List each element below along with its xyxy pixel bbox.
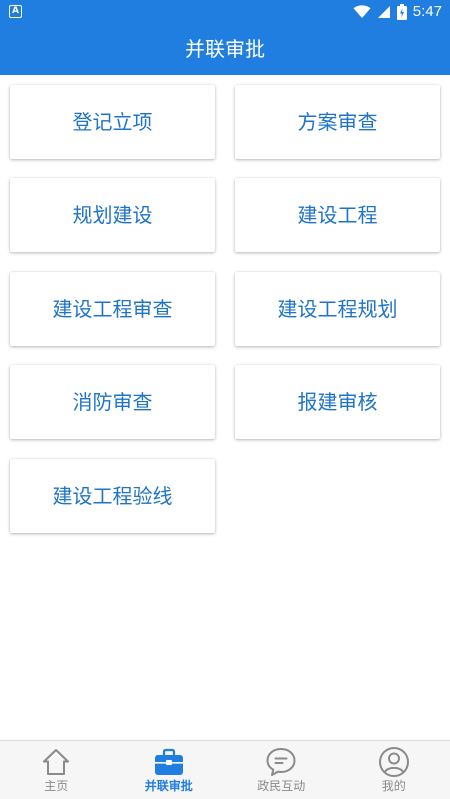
- status-bar-right: 5:47: [353, 2, 442, 22]
- briefcase-icon: [154, 748, 183, 775]
- card-fire-review[interactable]: 消防审查: [10, 365, 215, 439]
- battery-icon: [396, 4, 407, 20]
- status-time: 5:47: [412, 3, 442, 20]
- home-icon: [43, 749, 70, 775]
- notification-icon: A: [9, 5, 22, 18]
- card-planning-construction[interactable]: 规划建设: [10, 178, 215, 252]
- status-bar: A 5:47: [0, 0, 450, 24]
- card-project-review[interactable]: 建设工程审查: [10, 272, 215, 346]
- card-registration[interactable]: 登记立项: [10, 85, 215, 159]
- nav-item-profile[interactable]: 我的: [338, 741, 450, 799]
- signal-icon: [377, 6, 390, 18]
- card-permit-review[interactable]: 报建审核: [235, 365, 440, 439]
- bottom-nav: 主页 并联审批 政民互动 我的: [0, 740, 450, 799]
- nav-item-interaction[interactable]: 政民互动: [225, 741, 338, 799]
- nav-item-approval[interactable]: 并联审批: [113, 741, 226, 799]
- nav-item-home[interactable]: 主页: [0, 741, 113, 799]
- nav-label-profile: 我的: [381, 779, 406, 793]
- nav-label-interaction: 政民互动: [257, 779, 306, 793]
- page-title: 并联审批: [185, 37, 265, 61]
- card-line-inspection[interactable]: 建设工程验线: [10, 459, 215, 533]
- card-construction-project[interactable]: 建设工程: [235, 178, 440, 252]
- chat-bubble-icon: [266, 748, 296, 776]
- nav-label-approval: 并联审批: [144, 779, 193, 793]
- card-plan-review[interactable]: 方案审查: [235, 85, 440, 159]
- wifi-icon: [353, 5, 371, 18]
- nav-label-home: 主页: [44, 779, 69, 793]
- app-bar: 并联审批: [0, 24, 450, 75]
- user-icon: [378, 747, 409, 777]
- card-project-planning[interactable]: 建设工程规划: [235, 272, 440, 346]
